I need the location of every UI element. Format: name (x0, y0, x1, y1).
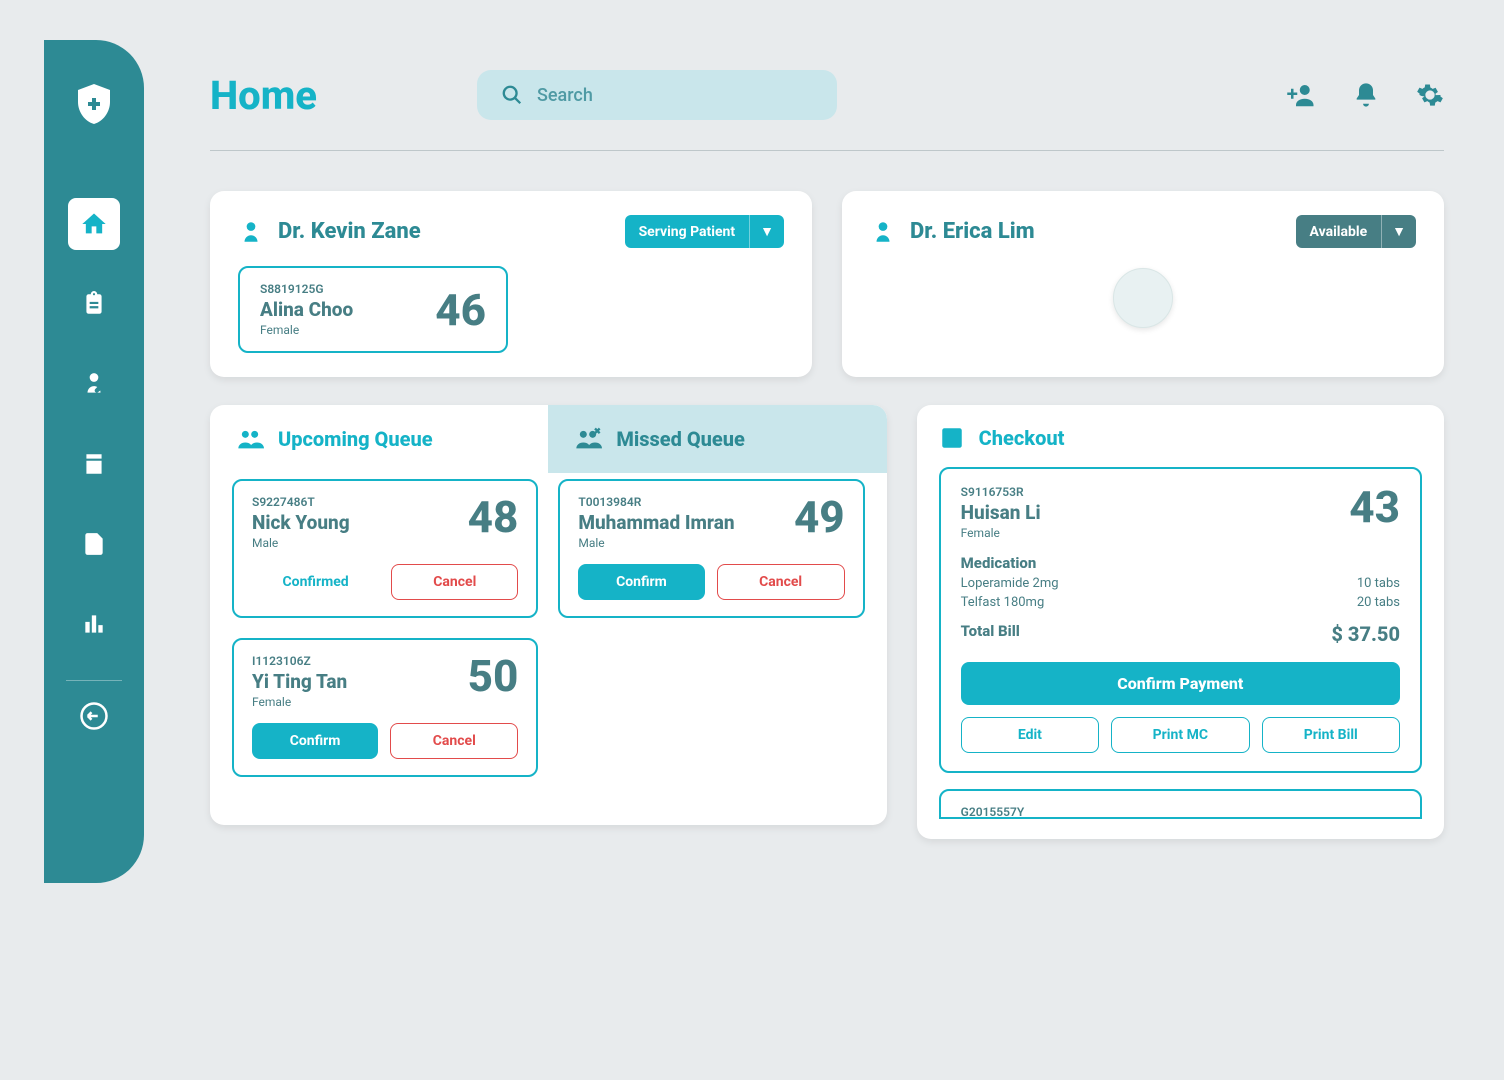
patient-gender: Female (260, 323, 353, 337)
doctor-icon (870, 219, 896, 245)
doctor-status-dropdown[interactable]: Available ▼ (1296, 215, 1416, 248)
nav-reports[interactable] (68, 518, 120, 570)
patient-number: 46 (435, 284, 486, 336)
chevron-down-icon: ▼ (749, 215, 784, 248)
patient-name: Huisan Li (961, 501, 1041, 524)
patient-name: Yi Ting Tan (252, 670, 347, 693)
patient-gender: Male (578, 536, 734, 550)
nav-home[interactable] (68, 198, 120, 250)
doctor-name: Dr. Kevin Zane (278, 219, 421, 244)
search-box[interactable] (477, 70, 837, 120)
patient-number: 50 (468, 654, 519, 698)
add-user-icon[interactable] (1286, 80, 1316, 110)
sidebar (44, 40, 144, 883)
patient-id: S8819125G (260, 282, 353, 296)
tab-missed-queue[interactable]: Missed Queue (548, 405, 886, 473)
patient-number: 48 (468, 495, 519, 539)
logo-shield-icon (70, 80, 118, 128)
print-mc-button[interactable]: Print MC (1111, 717, 1249, 753)
patient-id: S9116753R (961, 485, 1041, 499)
people-missed-icon (574, 425, 602, 453)
patient-id: G2015557Y (961, 805, 1400, 819)
missed-queue-column: T0013984R Muhammad Imran Male 49 Confirm… (558, 479, 864, 777)
patient-gender: Male (252, 536, 350, 550)
total-bill-row: Total Bill $ 37.50 (961, 622, 1400, 646)
queue-card[interactable]: T0013984R Muhammad Imran Male 49 Confirm… (558, 479, 864, 618)
queue-panel: Upcoming Queue Missed Queue (210, 405, 887, 825)
patient-name: Nick Young (252, 511, 350, 534)
chevron-down-icon: ▼ (1381, 215, 1416, 248)
patient-name: Alina Choo (260, 298, 353, 321)
patient-gender: Female (252, 695, 347, 709)
patient-name: Muhammad Imran (578, 511, 734, 534)
print-bill-button[interactable]: Print Bill (1262, 717, 1400, 753)
checkout-icon (939, 425, 965, 451)
cancel-button[interactable]: Cancel (717, 564, 845, 600)
confirm-button[interactable]: Confirm (252, 723, 378, 759)
doctor-card-erica: Dr. Erica Lim Available ▼ (842, 191, 1444, 377)
nav-logout[interactable] (79, 701, 109, 731)
checkout-title: Checkout (979, 426, 1065, 450)
tab-upcoming-queue[interactable]: Upcoming Queue (210, 405, 548, 473)
doctor-status-dropdown[interactable]: Serving Patient ▼ (625, 215, 784, 248)
doctor-name: Dr. Erica Lim (910, 219, 1035, 244)
current-patient-card[interactable]: S8819125G Alina Choo Female 46 (238, 266, 508, 353)
sidebar-divider (66, 680, 122, 681)
medication-heading: Medication (961, 554, 1400, 572)
page-title: Home (210, 72, 317, 119)
queue-card[interactable]: S9227486T Nick Young Male 48 Confirmed C… (232, 479, 538, 618)
patient-id: T0013984R (578, 495, 734, 509)
topbar: Home (210, 70, 1444, 151)
nav-clipboard[interactable] (68, 278, 120, 330)
search-input[interactable] (537, 85, 813, 106)
patient-gender: Female (961, 526, 1041, 540)
checkout-card-next[interactable]: G2015557Y (939, 789, 1422, 819)
confirmed-button[interactable]: Confirmed (252, 564, 379, 600)
nav-inventory[interactable] (68, 438, 120, 490)
bell-icon[interactable] (1352, 81, 1380, 109)
empty-patient-placeholder (1113, 268, 1173, 328)
medication-row: Telfast 180mg 20 tabs (961, 595, 1400, 610)
nav-patient[interactable] (68, 358, 120, 410)
cancel-button[interactable]: Cancel (390, 723, 518, 759)
doctor-card-kevin: Dr. Kevin Zane Serving Patient ▼ S881912… (210, 191, 812, 377)
nav-analytics[interactable] (68, 598, 120, 650)
edit-button[interactable]: Edit (961, 717, 1099, 753)
patient-id: I1123106Z (252, 654, 347, 668)
checkout-card: S9116753R Huisan Li Female 43 Medication… (939, 467, 1422, 773)
patient-number: 43 (1349, 485, 1400, 529)
upcoming-queue-column: S9227486T Nick Young Male 48 Confirmed C… (232, 479, 538, 777)
cancel-button[interactable]: Cancel (391, 564, 518, 600)
queue-card[interactable]: I1123106Z Yi Ting Tan Female 50 Confirm … (232, 638, 538, 777)
confirm-payment-button[interactable]: Confirm Payment (961, 662, 1400, 705)
doctor-icon (238, 219, 264, 245)
confirm-button[interactable]: Confirm (578, 564, 704, 600)
medication-row: Loperamide 2mg 10 tabs (961, 576, 1400, 591)
gear-icon[interactable] (1416, 81, 1444, 109)
search-icon (501, 84, 523, 106)
people-icon (236, 425, 264, 453)
patient-number: 49 (794, 495, 845, 539)
checkout-panel: Checkout S9116753R Huisan Li Female 43 M… (917, 405, 1444, 839)
patient-id: S9227486T (252, 495, 350, 509)
